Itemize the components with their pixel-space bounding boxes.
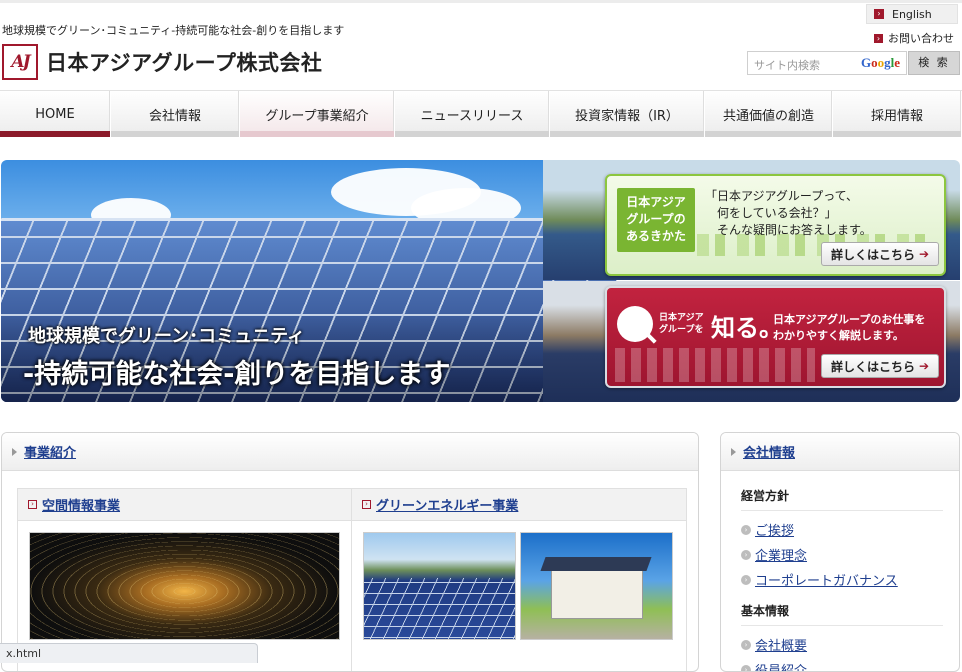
nav-item-company[interactable]: 会社情報 [111,91,240,137]
circle-arrow-icon: › [741,575,751,585]
global-nav: HOME 会社情報 グループ事業紹介 ニュースリリース 投資家情報（IR） 共通… [0,90,962,136]
guide-text: 「日本アジアグループって、 何をしている会社？」 そんな疑問にお答えします。 [705,188,872,239]
company-info-header: 会社情報 [721,433,959,471]
company-name: 日本アジアグループ株式会社 [46,47,322,77]
circle-arrow-icon: › [741,665,751,672]
solar-panel-image: 地球規模でグリーン･コミュニティ -持続可能な社会-創りを目指します [1,160,543,402]
site-logo[interactable]: AJ 日本アジアグループ株式会社 [2,44,322,80]
business-column-green-energy: › グリーンエネルギー事業 [352,489,686,672]
link-officers[interactable]: ›役員紹介 [741,657,943,672]
guide-detail-button[interactable]: 詳しくはこちら➔ [821,242,939,266]
hero-side: 日本アジア グループの あるきかた 「日本アジアグループって、 何をしている会社… [543,160,960,402]
contact-link[interactable]: › お問い合わせ [874,30,954,46]
city-illustration [615,348,815,382]
top-border [0,0,962,3]
solar-farm-image[interactable] [363,532,516,640]
circle-arrow-icon: › [741,640,751,650]
section-heading: 経営方針 [741,487,943,511]
business-panel: 事業紹介 › 空間情報事業 › グリーンエネルギー事業 [1,432,699,672]
triangle-right-icon [12,448,17,456]
triangle-right-icon [731,448,736,456]
link-governance[interactable]: ›コーポレートガバナンス [741,567,943,592]
english-link[interactable]: › English [866,4,958,24]
browser-status-bar: x.html [0,643,258,663]
company-info-title-link[interactable]: 会社情報 [743,442,795,461]
circle-arrow-icon: › [741,525,751,535]
nav-item-group-business[interactable]: グループ事業紹介 [240,91,395,137]
know-detail-button[interactable]: 詳しくはこちら➔ [821,354,939,378]
nav-item-csv[interactable]: 共通価値の創造 [705,91,833,137]
arrow-right-icon: › [874,34,883,43]
contact-label: お問い合わせ [888,30,954,46]
tagline: 地球規模でグリーン･コミュニティ-持続可能な社会-創りを目指します [2,22,344,38]
hero-headline-2: -持続可能な社会-創りを目指します [23,352,450,391]
know-description: 日本アジアグループのお仕事を わかりやすく解説します。 [773,312,925,344]
globe-search-icon [617,306,653,342]
company-info-panel: 会社情報 経営方針 ›ご挨拶 ›企業理念 ›コーポレートガバナンス 基本情報 ›… [720,432,960,672]
guide-badge: 日本アジア グループの あるきかた [617,188,695,252]
hero-banner: 地球規模でグリーン･コミュニティ -持続可能な社会-創りを目指します 日本アジア… [1,160,960,402]
arrow-right-icon: › [362,500,371,509]
link-philosophy[interactable]: ›企業理念 [741,542,943,567]
guide-card[interactable]: 日本アジア グループの あるきかた 「日本アジアグループって、 何をしている会社… [605,174,946,276]
arrow-right-icon: ➔ [919,359,929,373]
green-energy-link[interactable]: グリーンエネルギー事業 [376,495,518,514]
search-button[interactable]: 検 索 [908,51,960,75]
circle-arrow-icon: › [741,550,751,560]
geospatial-link[interactable]: 空間情報事業 [42,495,120,514]
know-small-text: 日本アジア グループを [659,312,704,336]
search-input[interactable]: サイト内検索 Google [747,51,907,75]
hero-headline-1: 地球規模でグリーン･コミュニティ [28,322,305,348]
arrow-right-icon: › [28,500,37,509]
nav-item-home[interactable]: HOME [0,91,111,137]
company-info-list: 経営方針 ›ご挨拶 ›企業理念 ›コーポレートガバナンス 基本情報 ›会社概要 … [721,471,959,672]
link-overview[interactable]: ›会社概要 [741,632,943,657]
nav-item-ir[interactable]: 投資家情報（IR） [550,91,705,137]
logo-mark-icon: AJ [2,44,38,80]
business-panel-header: 事業紹介 [2,433,698,471]
link-greeting[interactable]: ›ご挨拶 [741,517,943,542]
tunnel-image[interactable] [29,532,340,640]
section-heading: 基本情報 [741,602,943,626]
nav-item-recruit[interactable]: 採用情報 [833,91,962,137]
arrow-right-icon: › [874,9,884,19]
arrow-right-icon: ➔ [919,247,929,261]
english-label: English [892,8,932,21]
know-card[interactable]: 日本アジア グループを 知る。 日本アジアグループのお仕事を わかりやすく解説し… [605,286,946,388]
search-placeholder: サイト内検索 [754,59,820,72]
nav-item-news[interactable]: ニュースリリース [395,91,550,137]
solar-house-image[interactable] [520,532,673,640]
google-logo-icon: Google [861,55,900,71]
business-title-link[interactable]: 事業紹介 [24,442,76,461]
